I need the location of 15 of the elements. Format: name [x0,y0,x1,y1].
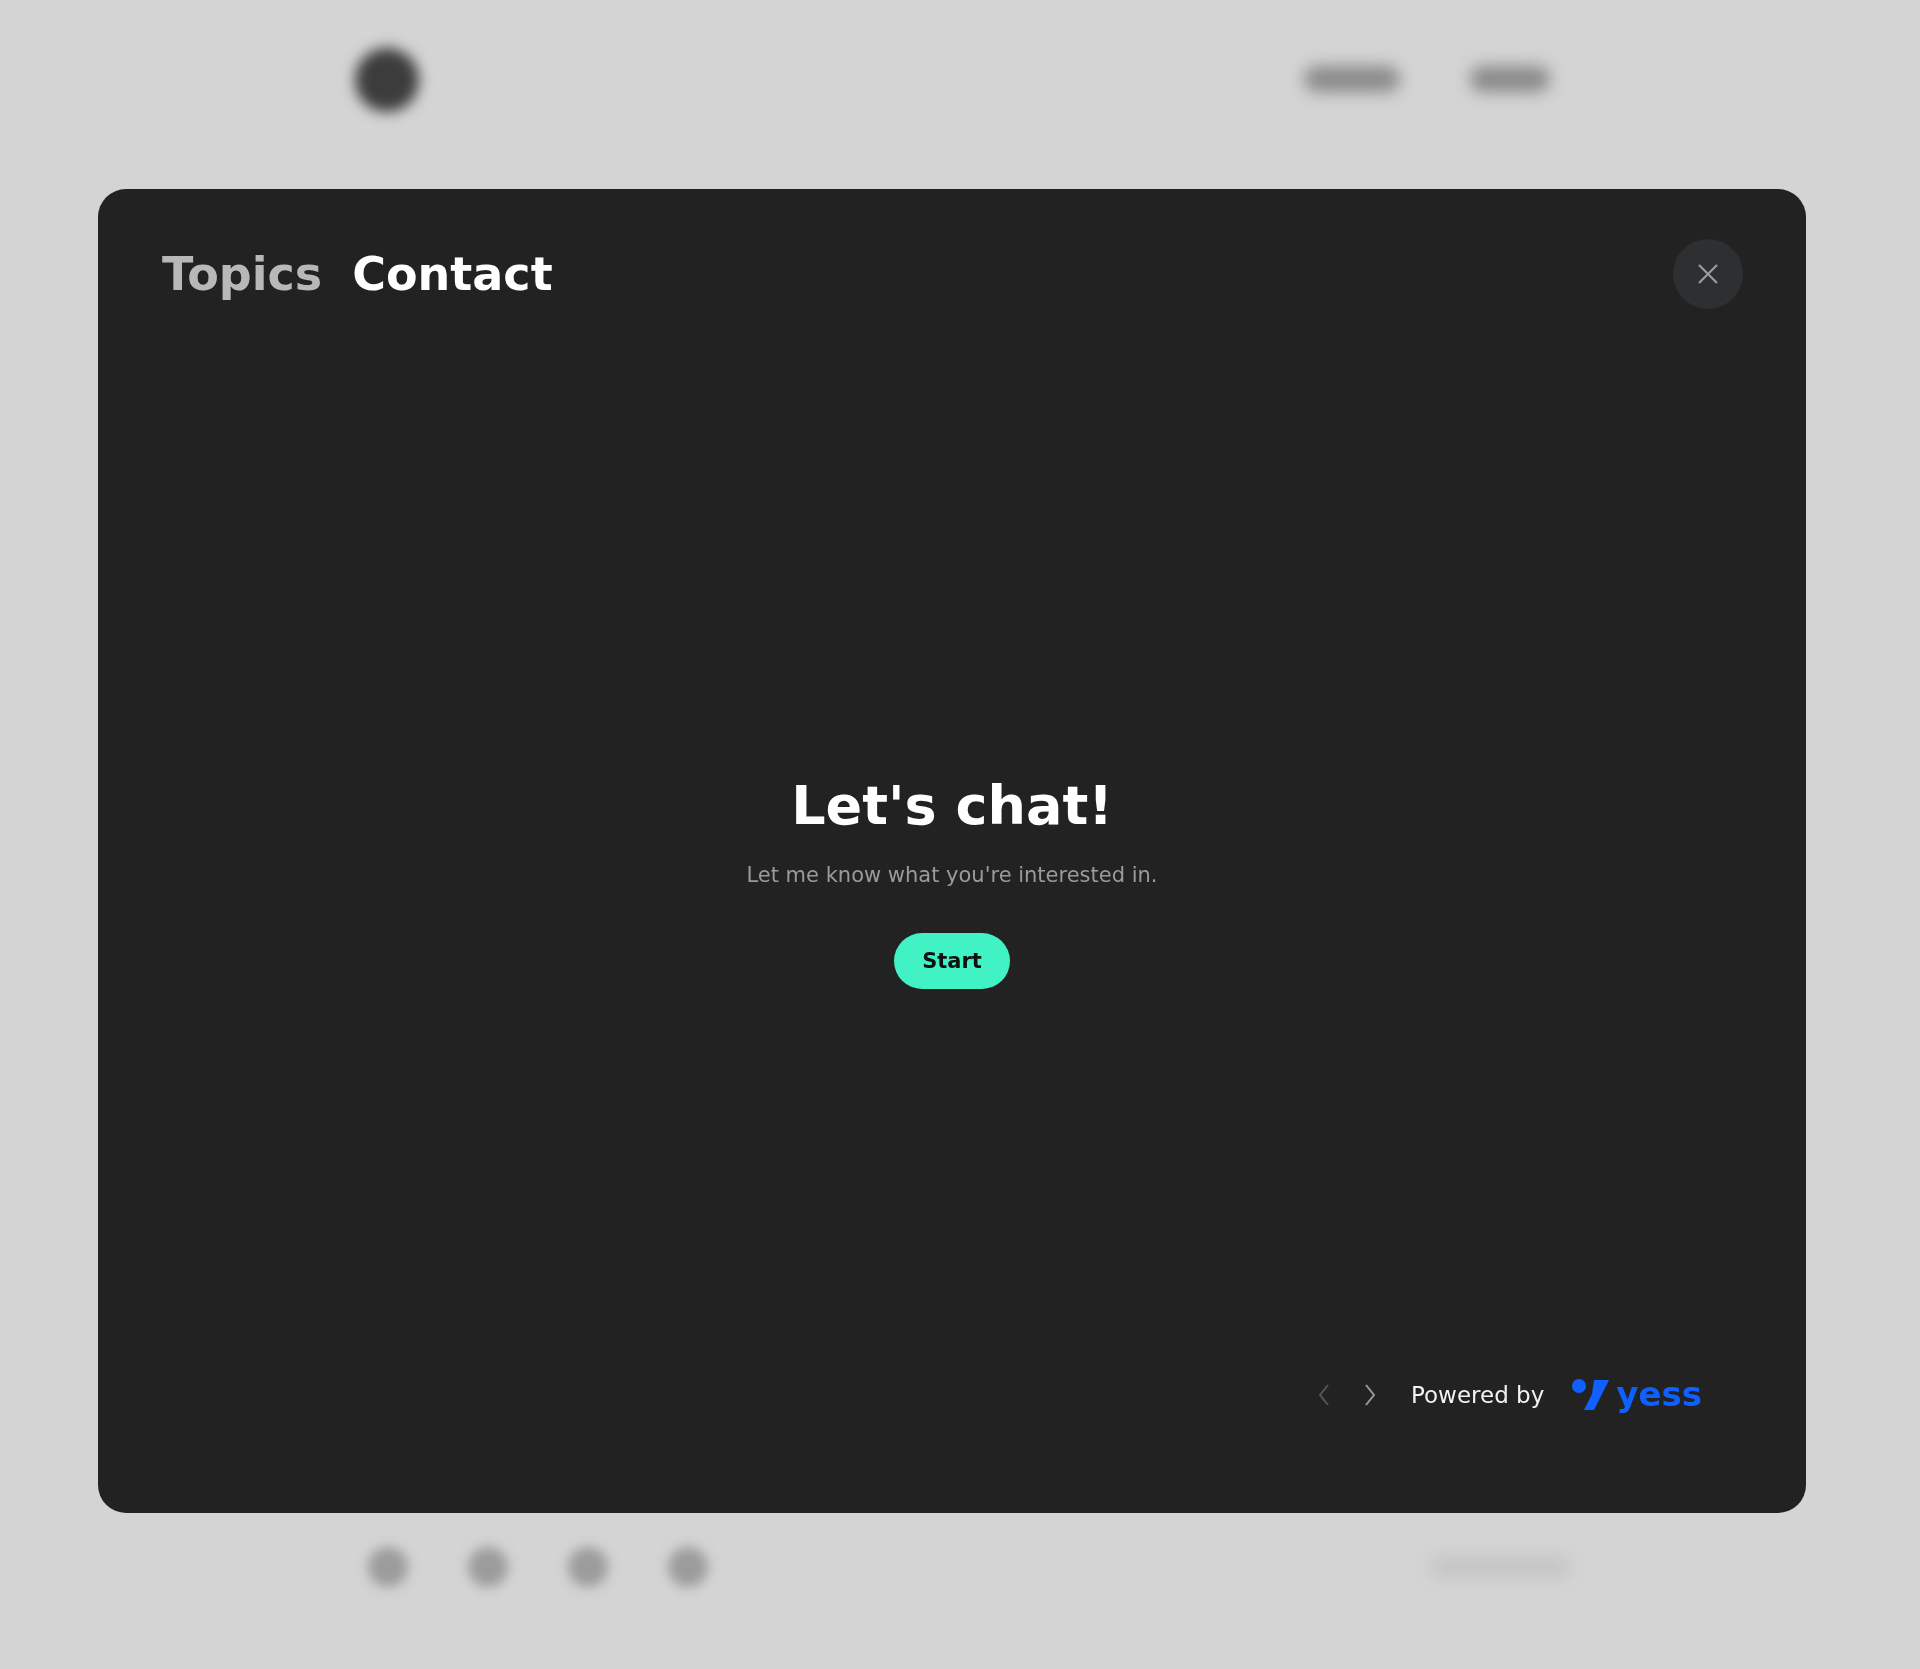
logo-mark-icon [1572,1378,1611,1410]
powered-by-text: Powered by [1411,1383,1545,1407]
start-button[interactable]: Start [894,932,1010,989]
tab[interactable]: Topics [162,247,323,301]
blurred-social-icon [468,1547,508,1587]
tab[interactable]: Contact [352,247,553,301]
blurred-social-icon [368,1547,408,1587]
close-icon [1697,263,1719,285]
blurred-logo [355,48,419,112]
heading: Let's chat! [791,773,1113,837]
chevron-right-icon [1363,1383,1377,1407]
subtitle: Let me know what you're interested in. [746,862,1158,887]
blurred-social-icon [668,1547,708,1587]
chevron-left-icon [1317,1383,1331,1407]
blurred-social-icon [568,1547,608,1587]
